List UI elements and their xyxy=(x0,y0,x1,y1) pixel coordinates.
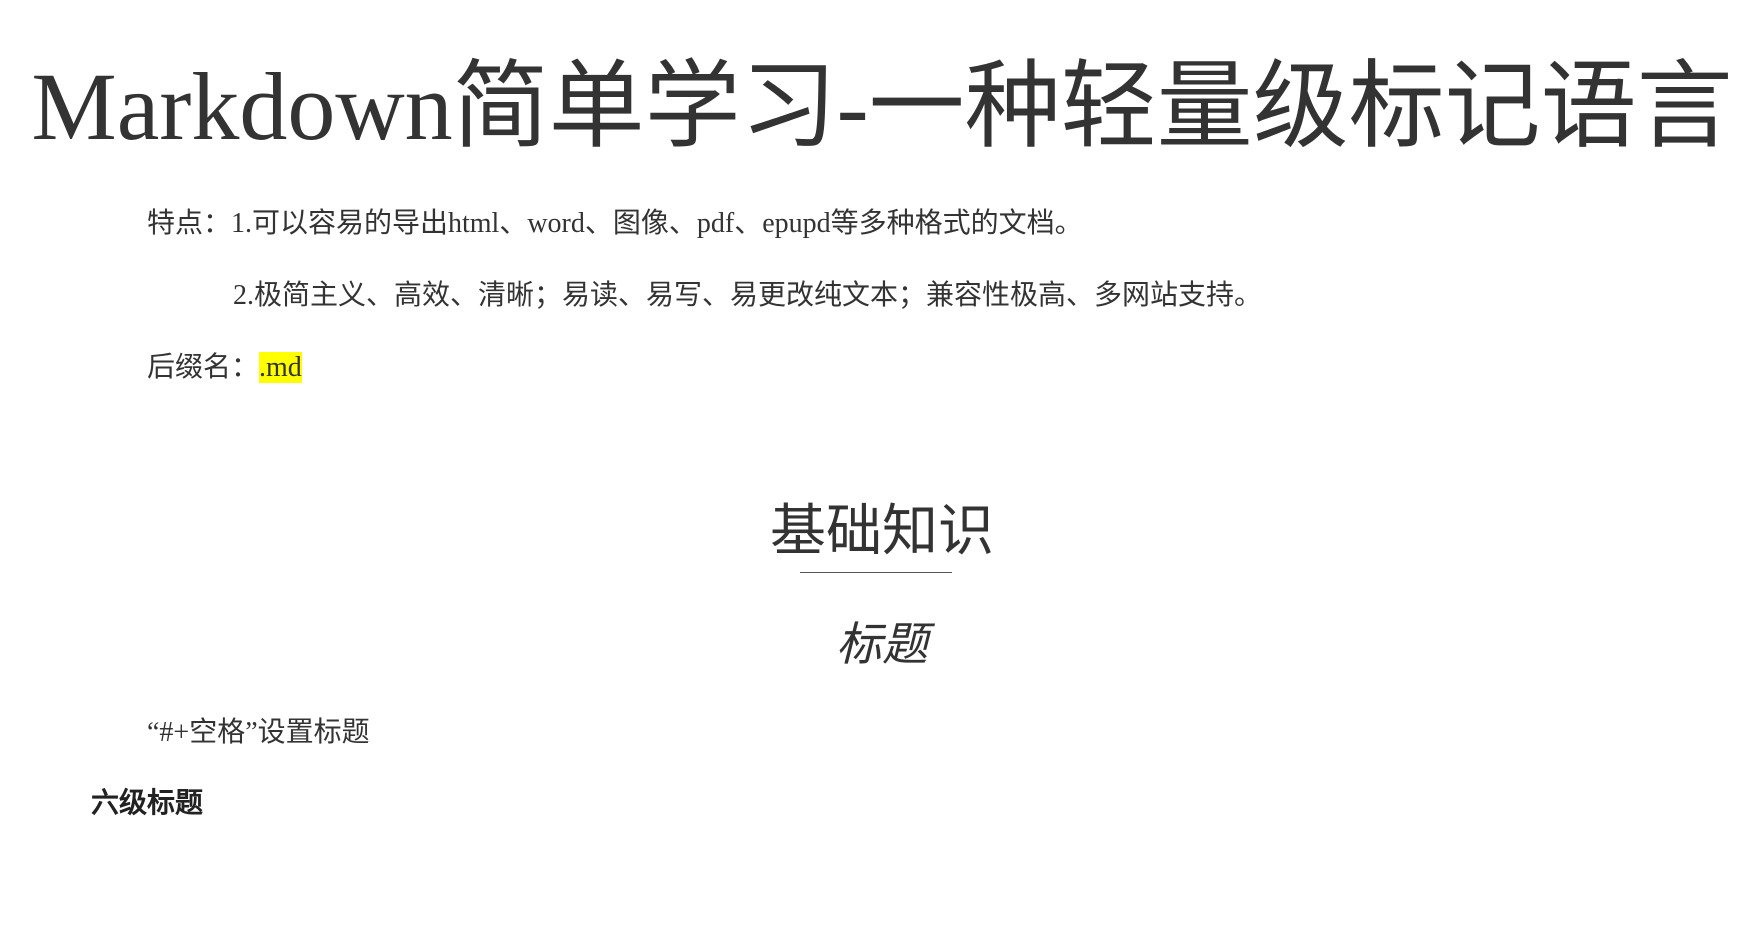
features-paragraph-line-2: 2.极简主义、高效、清晰；易读、易写、易更改纯文本；兼容性极高、多网站支持。 xyxy=(233,280,1263,311)
suffix-label: 后缀名： xyxy=(147,352,260,383)
markdown-document: Markdown简单学习-一种轻量级标记语言 特点：1.可以容易的导出html、… xyxy=(0,0,1764,947)
section-heading: 基础知识 xyxy=(770,501,994,563)
suffix-highlight: .md xyxy=(259,352,302,383)
features-paragraph-line-1: 特点：1.可以容易的导出html、word、图像、pdf、epupd等多种格式的… xyxy=(147,208,1083,239)
document-title: Markdown简单学习-一种轻量级标记语言 xyxy=(31,53,1733,160)
suffix-paragraph: 后缀名：.md xyxy=(147,348,302,388)
section-underline xyxy=(800,572,952,573)
subsection-heading: 标题 xyxy=(836,619,928,670)
level-6-heading: 六级标题 xyxy=(91,787,204,818)
heading-instruction: “#+空格”设置标题 xyxy=(147,717,370,748)
